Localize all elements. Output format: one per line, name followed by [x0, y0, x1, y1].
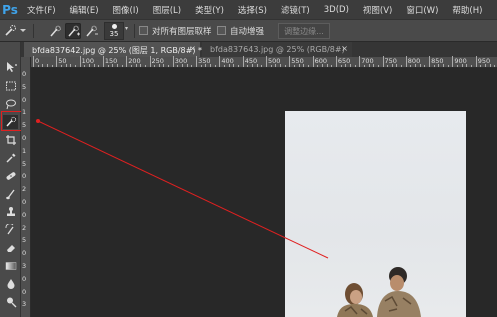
- annotation-arrow: [36, 119, 329, 259]
